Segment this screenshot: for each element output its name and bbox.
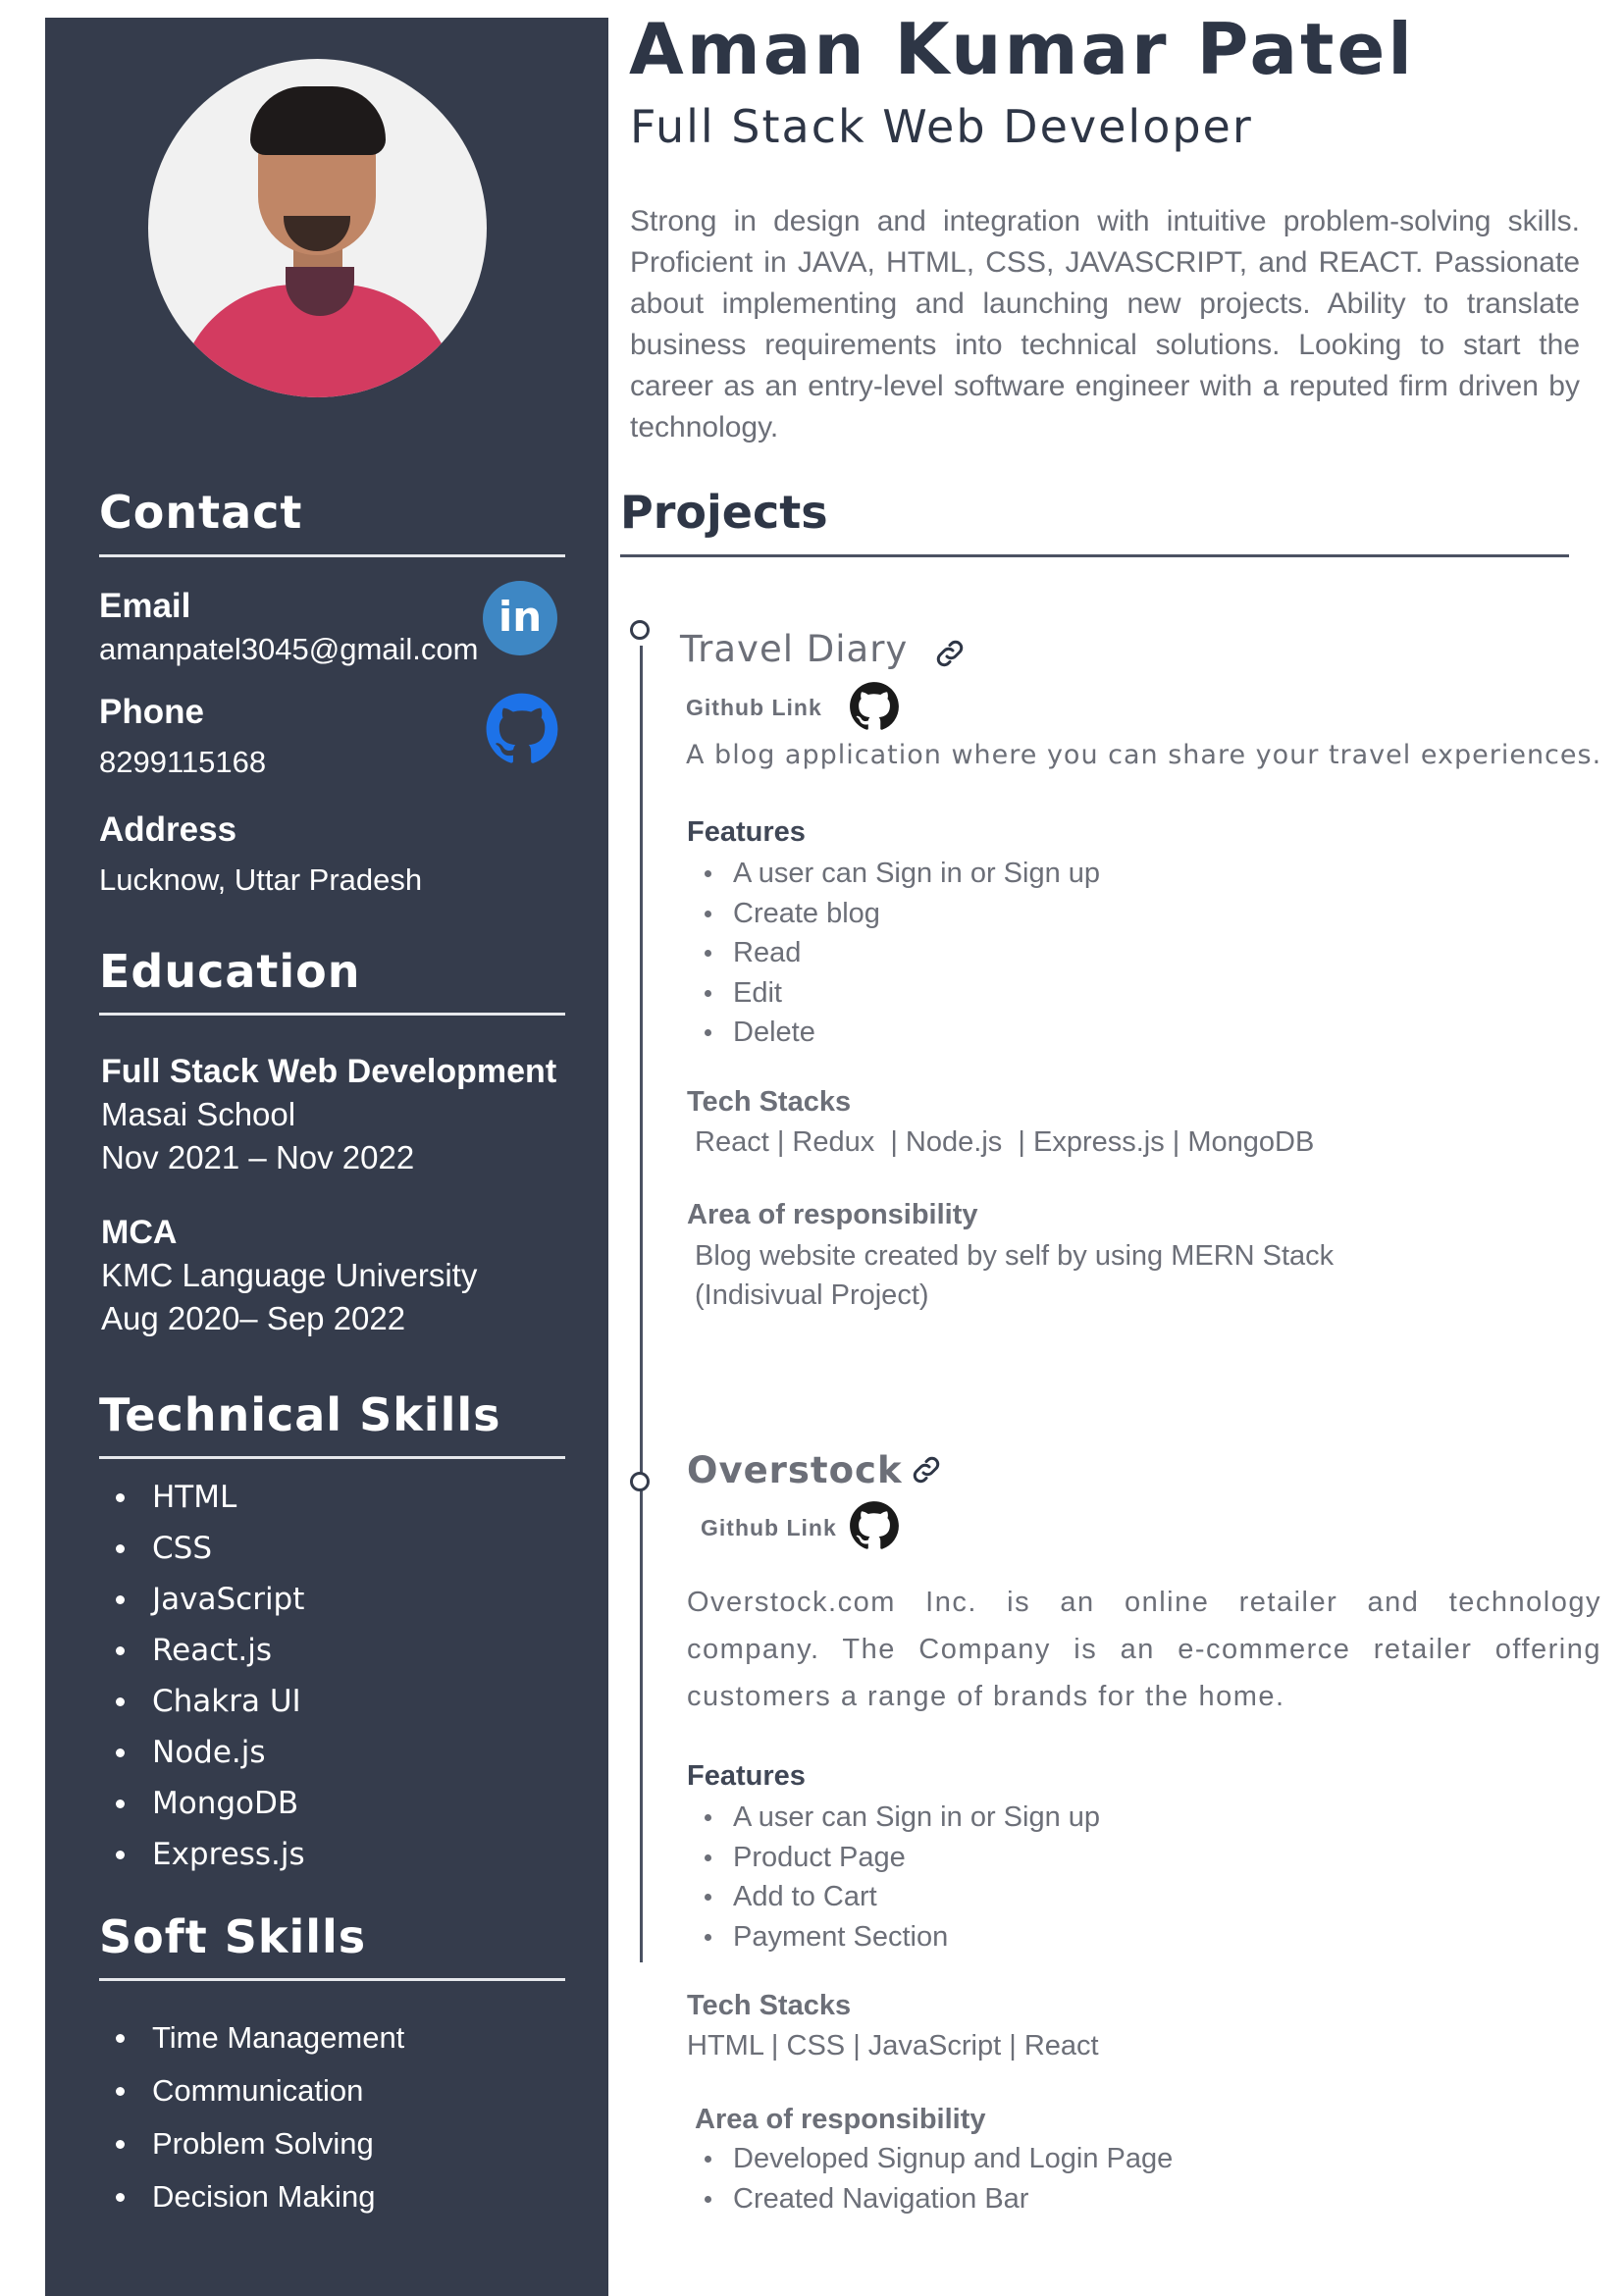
list-item: A user can Sign in or Sign up <box>687 854 1100 894</box>
list-item: Delete <box>687 1013 1100 1053</box>
link-icon[interactable] <box>932 636 968 676</box>
full-name: Aman Kumar Patel <box>629 8 1415 90</box>
list-item: Add to Cart <box>687 1877 1100 1917</box>
features-list: A user can Sign in or Sign up Product Pa… <box>687 1798 1100 1957</box>
divider <box>99 1978 565 1981</box>
list-item: A user can Sign in or Sign up <box>687 1798 1100 1838</box>
timeline-line <box>640 646 643 1962</box>
list-item: Edit <box>687 973 1100 1014</box>
email-label: Email <box>99 587 191 625</box>
list-item: Communication <box>99 2064 404 2117</box>
features-list: A user can Sign in or Sign up Create blo… <box>687 854 1100 1053</box>
list-item: Read <box>687 933 1100 973</box>
technical-skills-list: HTML CSS JavaScript React.js Chakra UI N… <box>99 1472 305 1880</box>
responsibility-list: Developed Signup and Login Page Created … <box>687 2139 1173 2218</box>
github-icon[interactable] <box>849 1500 900 1556</box>
responsibility-label: Area of responsibility <box>687 1199 978 1230</box>
list-item: Product Page <box>687 1838 1100 1878</box>
list-item: Developed Signup and Login Page <box>687 2139 1173 2179</box>
list-item: Problem Solving <box>99 2117 404 2170</box>
responsibility-line: Blog website created by self by using ME… <box>695 1240 1335 1272</box>
link-icon[interactable] <box>909 1452 944 1492</box>
education-heading: Education <box>99 945 361 998</box>
timeline-dot-icon <box>630 1472 650 1491</box>
list-item: Express.js <box>99 1829 305 1880</box>
education-entry: Full Stack Web Development Masai School … <box>101 1050 556 1179</box>
school: KMC Language University <box>101 1257 478 1293</box>
github-icon[interactable] <box>485 692 559 766</box>
timeline-dot-icon <box>630 620 650 640</box>
list-item: Create blog <box>687 894 1100 934</box>
divider <box>99 1013 565 1016</box>
summary: Strong in design and integration with in… <box>630 205 1580 444</box>
address-label: Address <box>99 810 237 849</box>
degree: MCA <box>101 1214 178 1251</box>
school: Masai School <box>101 1096 296 1132</box>
divider <box>620 554 1569 557</box>
technical-skills-heading: Technical Skills <box>99 1388 501 1441</box>
divider <box>99 1456 565 1459</box>
degree: Full Stack Web Development <box>101 1053 557 1090</box>
project-description: Overstock.com Inc. is an online retailer… <box>687 1587 1601 1712</box>
list-item: MongoDB <box>99 1778 305 1829</box>
list-item: Payment Section <box>687 1917 1100 1957</box>
email-value[interactable]: amanpatel3045@gmail.com <box>99 632 478 667</box>
github-link[interactable]: Github Link <box>686 695 822 721</box>
soft-skills-heading: Soft Skills <box>99 1910 367 1963</box>
phone-value[interactable]: 8299115168 <box>99 745 266 780</box>
dates: Nov 2021 – Nov 2022 <box>101 1139 415 1175</box>
list-item: Time Management <box>99 2011 404 2064</box>
features-label: Features <box>687 816 806 848</box>
tech-stacks-label: Tech Stacks <box>687 1086 852 1118</box>
list-item: JavaScript <box>99 1574 305 1625</box>
avatar <box>148 59 487 397</box>
phone-label: Phone <box>99 693 204 731</box>
tech-stacks-label: Tech Stacks <box>687 1990 852 2021</box>
soft-skills-list: Time Management Communication Problem So… <box>99 2011 404 2223</box>
list-item: Created Navigation Bar <box>687 2179 1173 2219</box>
list-item: CSS <box>99 1523 305 1574</box>
project-description: A blog application where you can share y… <box>686 740 1602 770</box>
linkedin-icon[interactable]: in <box>483 581 557 655</box>
address-value: Lucknow, Uttar Pradesh <box>99 862 423 897</box>
project-title: Overstock <box>687 1449 903 1491</box>
contact-heading: Contact <box>99 486 303 539</box>
job-title: Full Stack Web Developer <box>630 100 1253 153</box>
list-item: Node.js <box>99 1727 305 1778</box>
list-item: HTML <box>99 1472 305 1523</box>
tech-stacks: HTML | CSS | JavaScript | React <box>687 2030 1099 2061</box>
features-label: Features <box>687 1760 806 1792</box>
github-link[interactable]: Github Link <box>701 1515 837 1541</box>
education-entry: MCA KMC Language University Aug 2020– Se… <box>101 1211 477 1340</box>
dates: Aug 2020– Sep 2022 <box>101 1300 406 1336</box>
projects-heading: Projects <box>620 486 828 539</box>
project-title: Travel Diary <box>680 628 909 670</box>
list-item: React.js <box>99 1625 305 1676</box>
github-icon[interactable] <box>849 681 900 737</box>
divider <box>99 554 565 557</box>
responsibility-label: Area of responsibility <box>695 2104 986 2135</box>
list-item: Chakra UI <box>99 1676 305 1727</box>
list-item: Decision Making <box>99 2170 404 2223</box>
responsibility-line: (Indisivual Project) <box>695 1279 929 1311</box>
tech-stacks: React | Redux | Node.js | Express.js | M… <box>695 1126 1315 1158</box>
